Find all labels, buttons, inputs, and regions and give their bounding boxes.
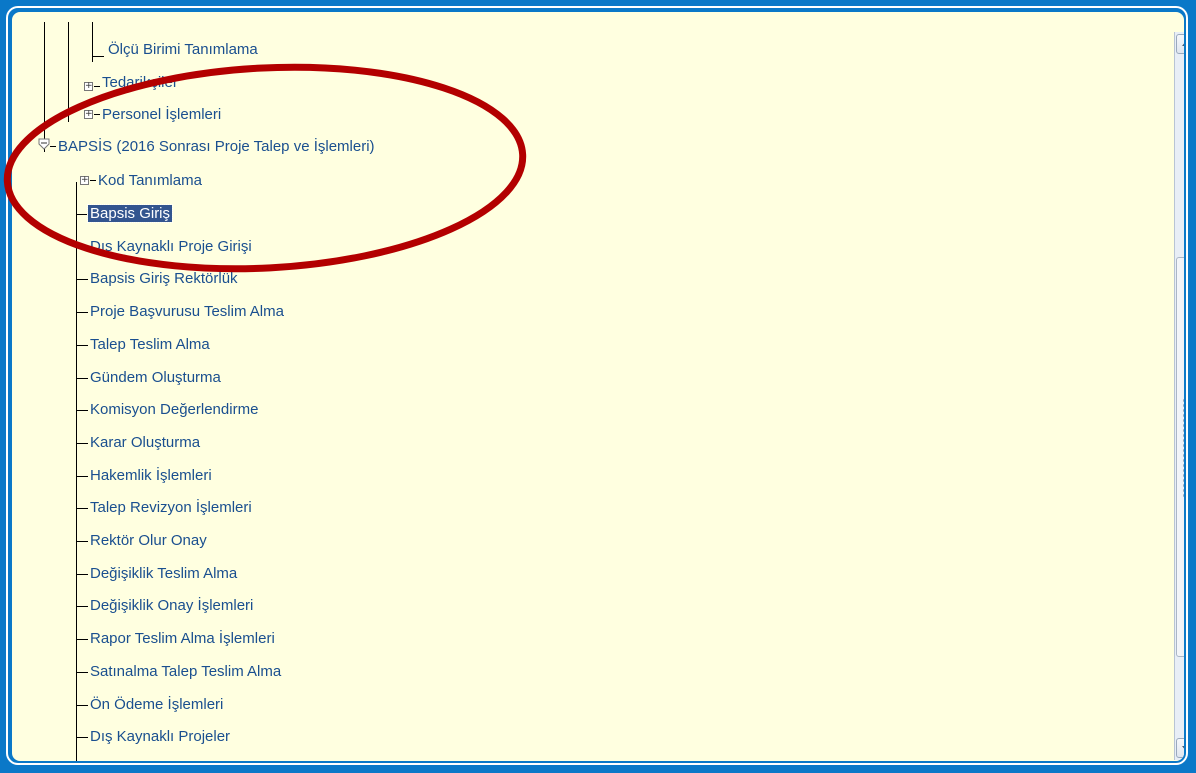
tree-item-label: Bapsis Giriş Rektörlük xyxy=(90,270,238,287)
tree-item[interactable]: Gündem Oluşturma xyxy=(88,367,223,389)
menu-tree: Ölçü Birimi Tanımlama + Tedarikçiler + P… xyxy=(34,22,1164,761)
tree-item-label: BAPSİS (2016 Sonrası Proje Talep ve İşle… xyxy=(58,138,375,155)
tree-item[interactable]: Talep Teslim Alma xyxy=(88,334,212,356)
tree-panel: Ölçü Birimi Tanımlama + Tedarikçiler + P… xyxy=(12,12,1184,761)
tree-connector xyxy=(76,639,88,640)
expand-icon[interactable]: + xyxy=(84,110,93,119)
tree-connector xyxy=(76,378,88,379)
tree-connector xyxy=(76,476,88,477)
tree-guide-line xyxy=(68,22,69,122)
tree-item-label: Satınalma Talep Teslim Alma xyxy=(90,663,282,680)
tree-connector xyxy=(76,705,88,706)
tree-connector xyxy=(76,214,88,215)
tree-connector xyxy=(76,279,88,280)
window: Ölçü Birimi Tanımlama + Tedarikçiler + P… xyxy=(0,0,1196,773)
tree-item-label: Tedarikçiler xyxy=(102,74,178,91)
expand-icon[interactable]: + xyxy=(84,82,93,91)
tree-guide-line xyxy=(76,182,77,761)
tree-item-label: Kod Tanımlama xyxy=(98,172,202,189)
tree-guide-line xyxy=(44,22,45,152)
tree-item-label: Hakemlik İşlemleri xyxy=(90,467,212,484)
tree-item[interactable]: Değişiklik Onay İşlemleri xyxy=(88,595,255,617)
tree-item[interactable]: Talep Revizyon İşlemleri xyxy=(88,497,254,519)
tree-item[interactable]: Rektör Olur Onay xyxy=(88,530,209,552)
vertical-scrollbar[interactable] xyxy=(1174,32,1184,760)
tree-connector xyxy=(92,56,104,57)
tree-item-personel-islemleri[interactable]: Personel İşlemleri xyxy=(100,104,223,126)
scroll-down-button[interactable] xyxy=(1176,738,1184,758)
tree-connector xyxy=(76,345,88,346)
scroll-up-button[interactable] xyxy=(1176,34,1184,54)
tree-item-label: Komisyon Değerlendirme xyxy=(90,401,259,418)
tree-item[interactable]: Ön Ödeme İşlemleri xyxy=(88,694,225,716)
tree-item-label: Dış Kaynaklı Proje Girişi xyxy=(90,238,252,255)
collapse-icon[interactable] xyxy=(38,138,50,150)
tree-item-kod-tanimlama[interactable]: Kod Tanımlama xyxy=(96,170,204,192)
tree-connector xyxy=(76,247,88,248)
tree-connector xyxy=(76,672,88,673)
tree-item-label: Dış Kaynaklı Projeler xyxy=(90,728,231,745)
tree-connector xyxy=(76,312,88,313)
tree-connector xyxy=(76,574,88,575)
tree-item[interactable]: Bapsis Giriş Rektörlük xyxy=(88,268,240,290)
tree-connector xyxy=(76,606,88,607)
tree-item-label: Personel İşlemleri xyxy=(102,106,222,123)
tree-item-label: Ön Ödeme İşlemleri xyxy=(90,696,224,713)
tree-item[interactable]: Proje Başvurusu Teslim Alma xyxy=(88,301,286,323)
tree-connector xyxy=(76,737,88,738)
tree-item-label: Rapor Teslim Alma İşlemleri xyxy=(90,630,275,647)
tree-connector xyxy=(76,541,88,542)
tree-connector xyxy=(76,508,88,509)
tree-item[interactable]: Dış Kaynaklı Projeler xyxy=(88,726,232,748)
tree-item-label: Bapsis Giriş xyxy=(86,204,174,223)
arrow-down-icon xyxy=(1182,746,1184,751)
tree-item-tedarikciler[interactable]: Tedarikçiler xyxy=(100,72,180,94)
tree-item[interactable]: Karar Oluşturma xyxy=(88,432,202,454)
tree-item[interactable]: Rapor Teslim Alma İşlemleri xyxy=(88,628,277,650)
tree-item-bapsis[interactable]: BAPSİS (2016 Sonrası Proje Talep ve İşle… xyxy=(56,136,377,158)
tree-connector xyxy=(76,410,88,411)
tree-item-selected[interactable]: Bapsis Giriş xyxy=(86,203,174,225)
arrow-up-icon xyxy=(1182,41,1184,46)
tree-item[interactable]: Hakemlik İşlemleri xyxy=(88,465,214,487)
tree-item-label: Değişiklik Teslim Alma xyxy=(90,565,238,582)
tree-item-label: Gündem Oluşturma xyxy=(90,369,221,386)
tree-item-label: Talep Teslim Alma xyxy=(90,336,210,353)
tree-item-label: Talep Revizyon İşlemleri xyxy=(90,499,252,516)
tree-item-label: Karar Oluşturma xyxy=(90,434,201,451)
tree-item-label: Rektör Olur Onay xyxy=(90,532,207,549)
scrollbar-thumb[interactable] xyxy=(1176,257,1184,657)
tree-item[interactable]: Değişiklik Teslim Alma xyxy=(88,563,239,585)
tree-item-olcu-birimi[interactable]: Ölçü Birimi Tanımlama xyxy=(106,39,260,61)
expand-icon[interactable]: + xyxy=(80,176,89,185)
tree-item[interactable]: Komisyon Değerlendirme xyxy=(88,399,260,421)
tree-item[interactable]: Dış Kaynaklı Proje Girişi xyxy=(88,236,254,258)
grip-icon xyxy=(1182,398,1184,498)
tree-connector xyxy=(76,443,88,444)
tree-item[interactable]: Satınalma Talep Teslim Alma xyxy=(88,661,283,683)
tree-item-label: Proje Başvurusu Teslim Alma xyxy=(90,303,284,320)
tree-item-label: Ölçü Birimi Tanımlama xyxy=(108,41,258,58)
tree-item-label: Değişiklik Onay İşlemleri xyxy=(90,597,254,614)
